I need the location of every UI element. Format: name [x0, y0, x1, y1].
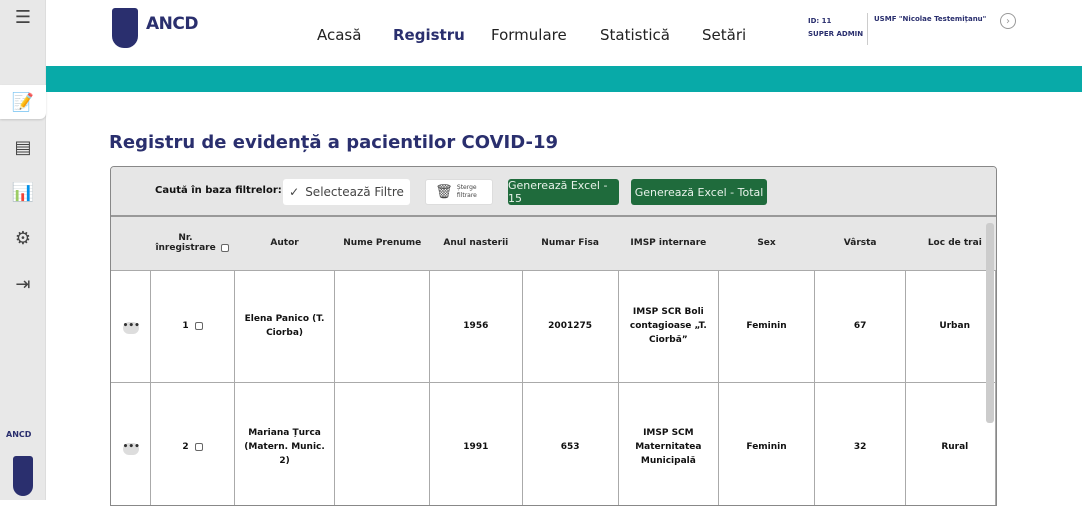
nav-formulare[interactable]: Formulare [491, 26, 567, 44]
clear-filters-button[interactable]: 🗑 Șterge filtrare [425, 179, 493, 205]
select-filters-label: Selectează Filtre [305, 185, 404, 199]
cell-nume [334, 381, 431, 505]
excel-total-button[interactable]: Generează Excel - Total [631, 179, 767, 205]
user-info: ID: 11 SUPER ADMIN [808, 15, 863, 41]
select-all-checkbox[interactable] [221, 243, 230, 252]
cell-anul: 1956 [429, 269, 523, 383]
cell-fisa: 653 [521, 381, 619, 505]
cell-nr: 1 [150, 269, 235, 383]
table-row[interactable]: ••• 2 Mariana Țurca (Matern. Munic. 2) 1… [111, 381, 996, 505]
registry-table: Nr. înregistrare Autor Nume Prenume Anul… [111, 217, 996, 505]
cell-varsta: 67 [813, 269, 907, 383]
row-actions[interactable]: ••• [111, 381, 152, 505]
header-varsta: Vârsta [814, 217, 906, 270]
header-sex: Sex [718, 217, 815, 270]
nav-statistica[interactable]: Statistică [600, 26, 670, 44]
nav-setari[interactable]: Setări [702, 26, 746, 44]
header-autor: Autor [234, 217, 335, 270]
user-role: SUPER ADMIN [808, 30, 864, 38]
registry-icon[interactable]: 📝 [0, 85, 46, 119]
row-actions[interactable]: ••• [111, 269, 152, 383]
cell-sex: Feminin [718, 381, 815, 505]
user-id: ID: 11 [808, 17, 832, 25]
sidebar: ☰ 📝 ▤ 📊 ⚙ ⇥ ANCD [0, 0, 46, 500]
cell-sex: Feminin [718, 269, 815, 383]
nav-acasa[interactable]: Acasă [317, 26, 361, 44]
row-checkbox[interactable] [194, 442, 203, 451]
university-logo [112, 8, 138, 48]
cell-nume [334, 269, 431, 383]
cell-imsp: IMSP SCM Maternitatea Municipală [617, 381, 720, 505]
cell-anul: 1991 [429, 381, 523, 505]
header-fisa: Numar Fisa [522, 217, 619, 270]
vertical-scrollbar[interactable] [986, 223, 994, 423]
table-header: Nr. înregistrare Autor Nume Prenume Anul… [111, 217, 996, 270]
settings-icon[interactable]: ⚙ [0, 221, 46, 255]
trash-icon: 🗑 [435, 184, 453, 200]
cell-loc: Rural [905, 381, 996, 505]
row-checkbox[interactable] [194, 321, 203, 330]
cell-varsta: 32 [813, 381, 907, 505]
logout-icon[interactable]: ⇥ [0, 267, 46, 301]
registry-panel: Caută în baza filtrelor: ✓ Selectează Fil… [110, 166, 997, 506]
top-header: ANCD Acasă Registru Formulare Statistică… [46, 0, 1082, 66]
header-nume: Nume Prenume [334, 217, 430, 270]
header-anul: Anul nasterii [429, 217, 523, 270]
cell-autor: Elena Panico (T. Ciorba) [233, 269, 336, 383]
forms-icon[interactable]: ▤ [0, 130, 46, 164]
cell-loc: Urban [905, 269, 996, 383]
filter-label: Caută în baza filtrelor: [155, 185, 282, 196]
more-icon[interactable]: ••• [122, 442, 140, 455]
clear-filters-label: Șterge filtrare [456, 184, 477, 199]
cell-imsp: IMSP SCR Boli contagioase „T. Ciorbă” [617, 269, 720, 383]
header-imsp: IMSP internare [618, 217, 719, 270]
ancd-logo: ANCD [146, 14, 198, 34]
cell-nr: 2 [150, 381, 235, 505]
header-loc: Loc de trai [905, 217, 996, 270]
chevron-right-icon[interactable]: › [1000, 13, 1016, 29]
cell-fisa: 2001275 [521, 269, 619, 383]
select-filters-button[interactable]: ✓ Selectează Filtre [283, 179, 410, 205]
university-logo [13, 456, 33, 496]
statistics-icon[interactable]: 📊 [0, 175, 46, 209]
actions-header [111, 217, 151, 270]
divider [867, 13, 868, 45]
menu-icon[interactable]: ☰ [0, 0, 46, 34]
nav-registru[interactable]: Registru [393, 26, 465, 44]
sidebar-logo-ancd: ANCD [6, 430, 32, 439]
table-row[interactable]: ••• 1 Elena Panico (T. Ciorba) 1956 2001… [111, 269, 996, 383]
filter-bar: Caută în baza filtrelor: ✓ Selectează Fil… [111, 167, 996, 217]
more-icon[interactable]: ••• [122, 321, 140, 334]
header-nr: Nr. înregistrare [150, 217, 235, 270]
cell-autor: Mariana Țurca (Matern. Munic. 2) [233, 381, 336, 505]
excel-page-button[interactable]: Generează Excel - 15 [508, 179, 619, 205]
page-title: Registru de evidență a pacientilor COVID… [109, 132, 559, 153]
organization-name: USMF "Nicolae Testemițanu" [874, 15, 987, 23]
check-icon: ✓ [289, 185, 300, 199]
accent-bar [46, 66, 1082, 92]
